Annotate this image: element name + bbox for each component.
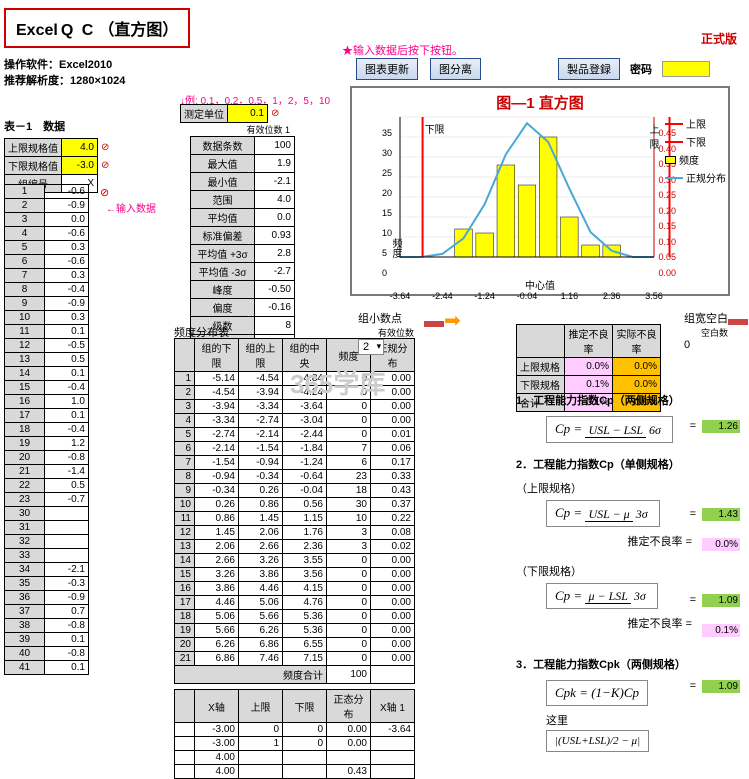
freq-table: 组的下限组的上限组的中央频度正规分布1-5.14-4.54-4.8400.002…: [174, 338, 415, 779]
combo2-label: 组宽空白: [684, 310, 728, 326]
unit-label: 测定单位: [181, 105, 228, 123]
title-box: Excel Q C （直方图）: [4, 8, 190, 48]
usl-value[interactable]: 4.0: [62, 139, 98, 157]
stats-table: 数据条数100最大值1.9最小值-2.1范围4.0平均值0.0标准偏差0.93平…: [190, 136, 295, 353]
split-button[interactable]: 图分离: [430, 58, 481, 80]
input-hint: 输入数据后按下按钮。: [342, 42, 463, 58]
cp2-upper-label: （上限规格）: [516, 480, 736, 496]
x-axis-label: 中心值: [525, 277, 555, 292]
password-field[interactable]: [662, 61, 710, 77]
warn-icon: ⊘: [268, 105, 283, 123]
usl-label: 上限规格值: [5, 139, 62, 157]
table1-heading: 表－1 数据: [4, 118, 65, 134]
title-qc: Q C: [61, 22, 95, 39]
cp2l-defect: 0.1%: [702, 624, 740, 637]
cp3-heading: 3．工程能力指数Cpk（两侧规格）: [516, 659, 686, 671]
blank-select[interactable]: 0: [684, 339, 714, 351]
lsl-label: 下限规格值: [5, 157, 62, 175]
cp1-heading: 1．工程能力指数Cp（两侧规格）: [516, 395, 680, 407]
lsl-value[interactable]: -3.0: [62, 157, 98, 175]
arrow-left-icon[interactable]: ▬: [424, 310, 444, 332]
cp1-section: 1．工程能力指数Cp（两侧规格） Cp = USL − LSL6σ 1.26 =: [516, 392, 736, 443]
cp2l-value: 1.09: [702, 594, 740, 607]
cp3-section: 3．工程能力指数Cpk（两侧规格） Cpk = (1−K)Cp 1.09 = 这…: [516, 656, 736, 752]
input-data-hint: ←输入数据: [106, 200, 156, 215]
title-sub: （直方图）: [98, 22, 178, 39]
unit-table: 测定单位 0.1 ⊘: [180, 104, 282, 123]
arrow-left-icon[interactable]: ▬: [728, 308, 748, 330]
cp1-value: 1.26: [702, 420, 740, 433]
res-val: 1280×1024: [70, 75, 125, 87]
chart-legend: 上限下限频度正规分布: [665, 116, 726, 188]
sw-label: 操作软件：: [4, 59, 59, 71]
data-table[interactable]: 1-0.62-0.930.04-0.650.36-0.670.38-0.49-0…: [4, 184, 89, 675]
cp2l-formula: Cp = μ − LSL3σ: [546, 583, 658, 610]
decimal-select[interactable]: 2: [358, 339, 384, 355]
res-label: 推荐解析度：: [4, 75, 70, 87]
cp1-formula: Cp = USL − LSL6σ: [546, 416, 673, 443]
cp3-formula: Cpk = (1−K)Cp: [546, 680, 648, 706]
unit-value[interactable]: 0.1: [228, 105, 268, 123]
decimal-combo: 组小数点 有效位数 2: [358, 310, 414, 355]
cp2u-formula: Cp = USL − μ3σ: [546, 500, 660, 527]
cp2-lower-label: （下限规格）: [516, 563, 736, 579]
warn-icon: ⊘: [98, 139, 113, 157]
combo-label: 组小数点: [358, 310, 414, 326]
register-button[interactable]: 製品登録: [558, 58, 620, 80]
chart-title: 图—1 直方图: [352, 88, 728, 117]
cp2u-value: 1.43: [702, 508, 740, 521]
refresh-button[interactable]: 图表更新: [356, 58, 418, 80]
title-app: Excel: [16, 22, 58, 39]
arrow-right-icon[interactable]: ➡: [444, 310, 461, 332]
version-label: 正式版: [701, 30, 737, 47]
histogram-chart: 图—1 直方图 频度 -3.64-2.44-1.24-0.041.162.363…: [350, 86, 730, 296]
cp2u-defect: 0.0%: [702, 538, 740, 551]
cp3-value: 1.09: [702, 680, 740, 693]
sw-val: Excel2010: [59, 59, 112, 71]
blank-combo: 组宽空白 空白数 0: [684, 310, 728, 351]
warn-icon: ⊘: [98, 157, 113, 175]
password-label: 密码: [630, 61, 652, 77]
warn-icon: ⊘: [100, 186, 109, 199]
cp2-section: 2．工程能力指数Cp（单侧规格） （上限规格） Cp = USL − μ3σ 1…: [516, 456, 736, 631]
cp2-heading: 2．工程能力指数Cp（单侧规格）: [516, 459, 680, 471]
unit-digits-label: 有效位数 1: [180, 123, 290, 136]
